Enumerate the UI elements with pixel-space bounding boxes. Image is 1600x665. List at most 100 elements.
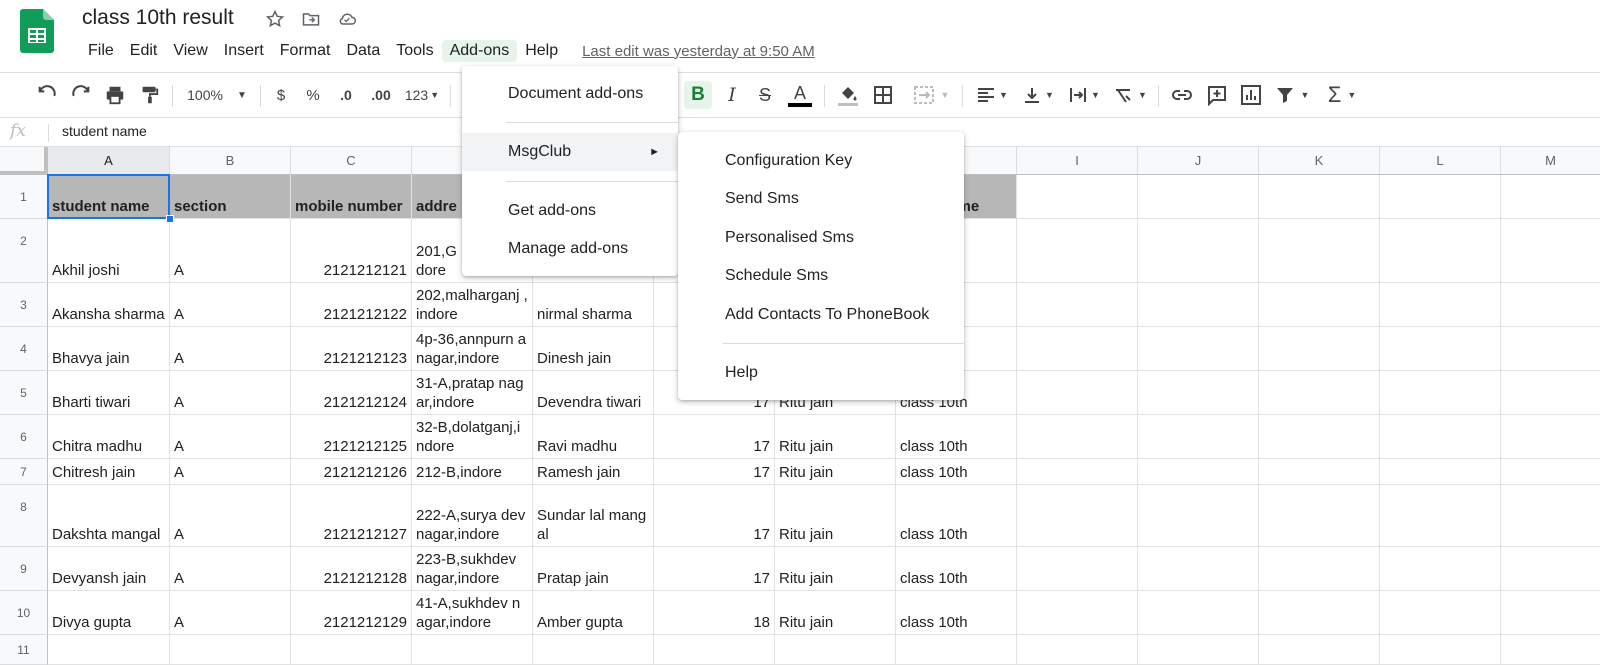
italic-button[interactable]: I: [720, 81, 744, 109]
menu-data[interactable]: Data: [338, 40, 388, 62]
cell-m3[interactable]: [1501, 283, 1600, 327]
cell-g9[interactable]: Ritu jain: [775, 547, 896, 591]
cell-l3[interactable]: [1380, 283, 1501, 327]
percent-format-button[interactable]: %: [302, 81, 324, 109]
cell-h7[interactable]: class 10th: [896, 459, 1017, 485]
cell-g8[interactable]: Ritu jain: [775, 485, 896, 547]
cell-k9[interactable]: [1259, 547, 1380, 591]
cell-m6[interactable]: [1501, 415, 1600, 459]
cell-f9[interactable]: 17: [654, 547, 775, 591]
menu-item-document-addons[interactable]: Document add-ons: [462, 75, 678, 113]
text-color-button[interactable]: A: [786, 81, 814, 109]
cell-c1[interactable]: mobile number: [291, 175, 412, 219]
cell-b6[interactable]: A: [170, 415, 291, 459]
cell-g7[interactable]: Ritu jain: [775, 459, 896, 485]
fill-handle[interactable]: [166, 215, 174, 223]
cell-j6[interactable]: [1138, 415, 1259, 459]
cell-a8[interactable]: Dakshta mangal: [48, 485, 170, 547]
document-title[interactable]: class 10th result: [82, 6, 234, 30]
cell-a10[interactable]: Divya gupta: [48, 591, 170, 635]
menu-view[interactable]: View: [165, 40, 215, 62]
row-header-7[interactable]: 7: [0, 459, 48, 485]
cell-i5[interactable]: [1017, 371, 1138, 415]
insert-chart-icon[interactable]: [1238, 81, 1264, 109]
menu-item-get-addons[interactable]: Get add-ons: [462, 192, 678, 230]
cell-f10[interactable]: 18: [654, 591, 775, 635]
cell-l10[interactable]: [1380, 591, 1501, 635]
cell-e11[interactable]: [533, 635, 654, 665]
cell-c8[interactable]: 2121212127: [291, 485, 412, 547]
cell-l4[interactable]: [1380, 327, 1501, 371]
text-wrapping-icon[interactable]: ▼: [1064, 81, 1104, 109]
cell-j8[interactable]: [1138, 485, 1259, 547]
cell-a4[interactable]: Bhavya jain: [48, 327, 170, 371]
last-edit-link[interactable]: Last edit was yesterday at 9:50 AM: [582, 43, 815, 60]
cell-e3[interactable]: nirmal sharma: [533, 283, 654, 327]
menu-item-configuration-key[interactable]: Configuration Key: [678, 142, 964, 180]
menu-item-send-sms[interactable]: Send Sms: [678, 180, 964, 218]
paint-format-icon[interactable]: [136, 81, 162, 109]
decrease-decimal-button[interactable]: .0: [334, 81, 358, 109]
cell-b5[interactable]: A: [170, 371, 291, 415]
text-rotation-icon[interactable]: ▼: [1110, 81, 1150, 109]
cell-e8[interactable]: Sundar lal mangal: [533, 485, 654, 547]
cell-c10[interactable]: 2121212129: [291, 591, 412, 635]
menu-item-help[interactable]: Help: [678, 354, 964, 392]
cell-j9[interactable]: [1138, 547, 1259, 591]
cell-j1[interactable]: [1138, 175, 1259, 219]
row-header-1[interactable]: 1: [0, 175, 48, 219]
cell-l11[interactable]: [1380, 635, 1501, 665]
star-icon[interactable]: [264, 8, 286, 30]
column-header-j[interactable]: J: [1138, 147, 1259, 175]
cell-c6[interactable]: 2121212125: [291, 415, 412, 459]
cell-i7[interactable]: [1017, 459, 1138, 485]
cell-d5[interactable]: 31-A,pratap nagar,indore: [412, 371, 533, 415]
column-header-k[interactable]: K: [1259, 147, 1380, 175]
cell-j11[interactable]: [1138, 635, 1259, 665]
formula-input[interactable]: student name: [62, 123, 147, 139]
cell-e5[interactable]: Devendra tiwari: [533, 371, 654, 415]
cell-l1[interactable]: [1380, 175, 1501, 219]
cell-g11[interactable]: [775, 635, 896, 665]
merge-cells-icon[interactable]: ▼: [906, 81, 956, 109]
cell-i3[interactable]: [1017, 283, 1138, 327]
menu-help[interactable]: Help: [517, 40, 566, 62]
cell-m11[interactable]: [1501, 635, 1600, 665]
borders-icon[interactable]: [870, 81, 896, 109]
cell-b8[interactable]: A: [170, 485, 291, 547]
insert-comment-icon[interactable]: [1204, 81, 1230, 109]
cell-b11[interactable]: [170, 635, 291, 665]
cell-h8[interactable]: class 10th: [896, 485, 1017, 547]
menu-item-personalised-sms[interactable]: Personalised Sms: [678, 219, 964, 257]
cell-d7[interactable]: 212-B,indore: [412, 459, 533, 485]
cell-f6[interactable]: 17: [654, 415, 775, 459]
cell-h10[interactable]: class 10th: [896, 591, 1017, 635]
menu-addons[interactable]: Add-ons: [441, 40, 518, 62]
cell-c2[interactable]: 2121212121: [291, 219, 412, 283]
row-header-3[interactable]: 3: [0, 283, 48, 327]
cell-e9[interactable]: Pratap jain: [533, 547, 654, 591]
column-header-l[interactable]: L: [1380, 147, 1501, 175]
menu-format[interactable]: Format: [272, 40, 339, 62]
filter-icon[interactable]: ▼: [1272, 81, 1312, 109]
move-folder-icon[interactable]: [300, 8, 322, 30]
cell-d10[interactable]: 41-A,sukhdev nagar,indore: [412, 591, 533, 635]
cell-e10[interactable]: Amber gupta: [533, 591, 654, 635]
cell-c3[interactable]: 2121212122: [291, 283, 412, 327]
cell-c7[interactable]: 2121212126: [291, 459, 412, 485]
cell-m10[interactable]: [1501, 591, 1600, 635]
cell-d3[interactable]: 202,malharganj ,indore: [412, 283, 533, 327]
cell-c5[interactable]: 2121212124: [291, 371, 412, 415]
cell-k7[interactable]: [1259, 459, 1380, 485]
cell-l6[interactable]: [1380, 415, 1501, 459]
cell-i10[interactable]: [1017, 591, 1138, 635]
cell-j4[interactable]: [1138, 327, 1259, 371]
cell-c9[interactable]: 2121212128: [291, 547, 412, 591]
cell-j2[interactable]: [1138, 219, 1259, 283]
cell-i11[interactable]: [1017, 635, 1138, 665]
vertical-align-icon[interactable]: ▼: [1018, 81, 1058, 109]
row-header-4[interactable]: 4: [0, 327, 48, 371]
cell-l7[interactable]: [1380, 459, 1501, 485]
cell-a6[interactable]: Chitra madhu: [48, 415, 170, 459]
cell-d11[interactable]: [412, 635, 533, 665]
